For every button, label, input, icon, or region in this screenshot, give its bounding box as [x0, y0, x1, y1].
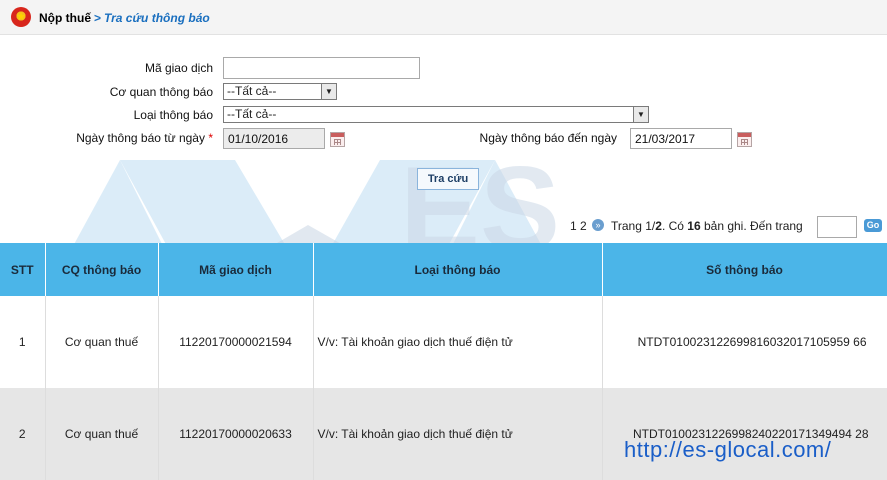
cell-loai: V/v: Tài khoản giao dịch thuế điện tử [313, 388, 603, 480]
loai-selected: --Tất cả-- [227, 107, 277, 121]
pagination-suffix: bản ghi. Đến trang [700, 219, 803, 233]
breadcrumb: Nộp thuế > Tra cứu thông báo [39, 11, 210, 25]
page-link-1[interactable]: 1 [570, 219, 577, 233]
tu-ngay-label: Ngày thông báo từ ngày * [40, 131, 213, 145]
search-button[interactable]: Tra cứu [417, 168, 479, 190]
pagination-info: Trang 1/2. Có 16 bản ghi. Đến trang [611, 219, 803, 233]
calendar-icon[interactable] [330, 132, 345, 147]
header-so: Số thông báo [602, 243, 887, 296]
top-bar: ★ Nộp thuế > Tra cứu thông báo [0, 0, 887, 35]
tu-ngay-input[interactable] [223, 128, 325, 149]
next-page-icon[interactable]: » [592, 219, 604, 231]
cell-ma: 11220170000021594 [158, 296, 314, 388]
breadcrumb-current: Tra cứu thông báo [104, 11, 210, 25]
header-loai: Loại thông báo [313, 243, 603, 296]
breadcrumb-section[interactable]: Nộp thuế [39, 11, 91, 25]
cell-stt: 2 [0, 388, 46, 480]
pagination-prefix: Trang 1/ [611, 219, 656, 233]
cell-cq: Cơ quan thuế [45, 296, 159, 388]
header-ma: Mã giao dịch [158, 243, 314, 296]
co-quan-selected: --Tất cả-- [227, 84, 277, 98]
tu-ngay-label-text: Ngày thông báo từ ngày [76, 131, 205, 145]
national-emblem-icon: ★ [11, 7, 31, 27]
go-button[interactable]: Go [864, 219, 882, 232]
breadcrumb-separator: > [94, 11, 102, 25]
pagination-record-count: 16 [687, 219, 701, 233]
cell-stt: 1 [0, 296, 46, 388]
cell-loai: V/v: Tài khoản giao dịch thuế điện tử [313, 296, 603, 388]
required-mark: * [208, 131, 213, 145]
co-quan-select[interactable]: --Tất cả-- ▼ [223, 83, 337, 100]
pagination-pages: 1 2 [570, 219, 587, 233]
loai-thong-bao-select[interactable]: --Tất cả-- ▼ [223, 106, 649, 123]
table-row[interactable]: 2 Cơ quan thuế 11220170000020633 V/v: Tà… [0, 388, 887, 480]
page-link-2[interactable]: 2 [580, 219, 587, 233]
table-header-row: STT CQ thông báo Mã giao dịch Loại thông… [0, 243, 887, 296]
watermark-url: http://es-glocal.com/ [624, 437, 832, 462]
calendar-icon[interactable] [737, 132, 752, 147]
cell-so: NTDT0100231226998240220171349494 28 [602, 388, 887, 480]
den-ngay-label: Ngày thông báo đến ngày [479, 131, 617, 145]
cell-cq: Cơ quan thuế [45, 388, 159, 480]
pagination-total-pages: 2 [655, 219, 662, 233]
chevron-down-icon[interactable]: ▼ [633, 107, 648, 122]
chevron-down-icon[interactable]: ▼ [321, 84, 336, 99]
co-quan-label: Cơ quan thông báo [109, 85, 213, 99]
cell-ma: 11220170000020633 [158, 388, 314, 480]
cell-so: NTDT010023122699816032017105959 66 [602, 296, 887, 388]
goto-page-input[interactable] [817, 216, 857, 238]
loai-thong-bao-label: Loại thông báo [133, 108, 213, 122]
ma-giao-dich-label: Mã giao dịch [144, 61, 213, 75]
ma-giao-dich-input[interactable] [223, 57, 420, 79]
den-ngay-input[interactable] [630, 128, 732, 149]
header-cq: CQ thông báo [45, 243, 159, 296]
table-row[interactable]: 1 Cơ quan thuế 11220170000021594 V/v: Tà… [0, 296, 887, 388]
header-stt: STT [0, 243, 46, 296]
pagination-mid: . Có [661, 219, 688, 233]
